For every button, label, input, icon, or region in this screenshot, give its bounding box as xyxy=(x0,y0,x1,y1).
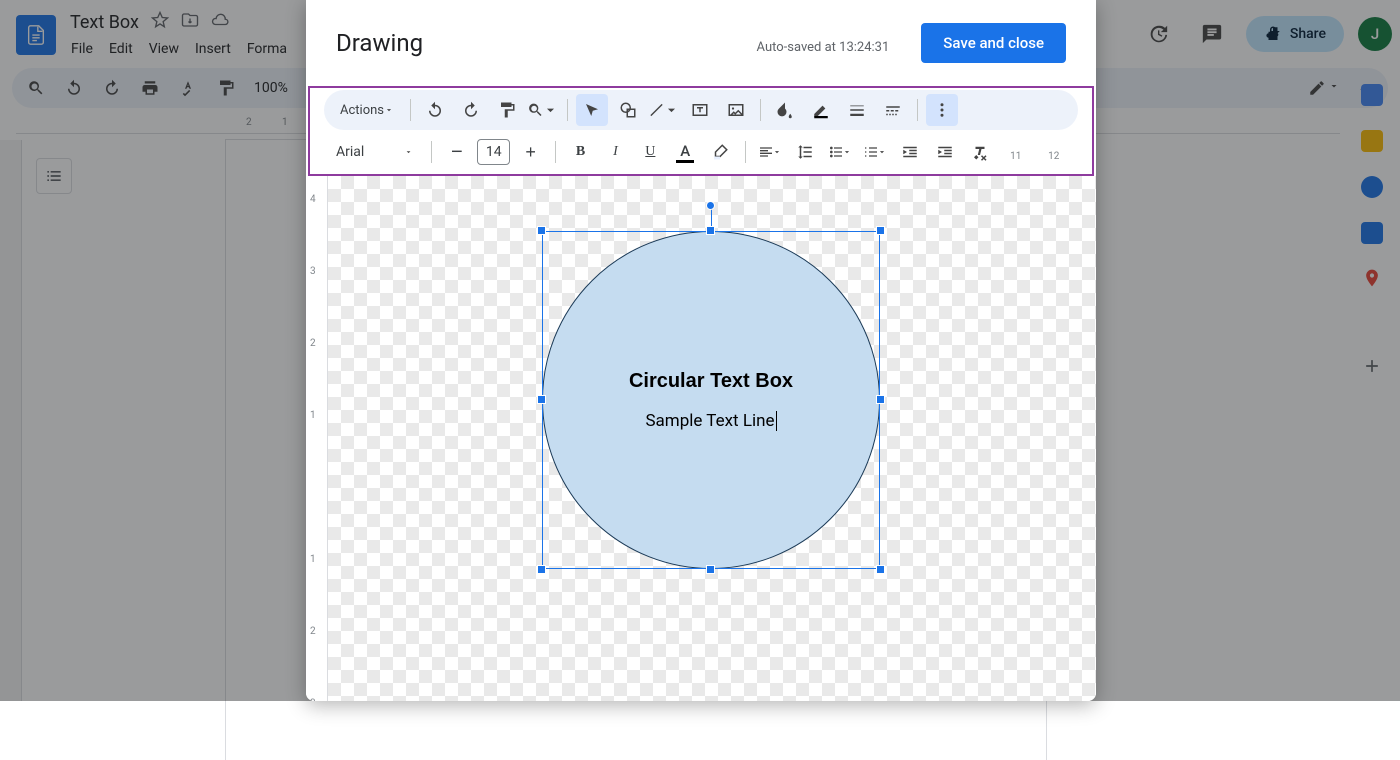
selection-border xyxy=(542,231,880,569)
drawing-toolbar-shape: Actions xyxy=(324,90,1078,130)
more-options-icon[interactable] xyxy=(926,94,958,126)
decrease-indent-icon[interactable] xyxy=(895,137,924,167)
line-spacing-icon[interactable] xyxy=(791,137,820,167)
resize-handle-tr[interactable] xyxy=(876,226,885,235)
resize-handle-b[interactable] xyxy=(706,565,715,574)
resize-handle-tl[interactable] xyxy=(537,226,546,235)
select-tool-icon[interactable] xyxy=(576,94,608,126)
increase-font-size[interactable]: + xyxy=(516,137,545,167)
font-size-input[interactable]: 14 xyxy=(477,139,510,165)
toolbar-highlight: Actions xyxy=(308,86,1094,176)
fill-color-icon[interactable] xyxy=(769,94,801,126)
drawing-vertical-ruler: 4 3 2 1 1 2 3 xyxy=(306,176,328,701)
selected-shape[interactable]: Circular Text Box Sample Text Line xyxy=(542,231,880,569)
border-dash-icon[interactable] xyxy=(877,94,909,126)
increase-indent-icon[interactable] xyxy=(930,137,959,167)
paint-format-icon[interactable] xyxy=(491,94,523,126)
text-color-icon[interactable]: A xyxy=(671,137,700,167)
textbox-tool-icon[interactable] xyxy=(684,94,716,126)
rotation-line xyxy=(711,209,712,227)
bold-icon[interactable]: B xyxy=(566,137,595,167)
underline-icon[interactable]: U xyxy=(636,137,665,167)
clear-formatting-icon[interactable] xyxy=(965,137,994,167)
align-icon[interactable] xyxy=(756,137,785,167)
numbered-list-icon[interactable] xyxy=(860,137,889,167)
border-color-icon[interactable] xyxy=(805,94,837,126)
drawing-canvas[interactable]: Circular Text Box Sample Text Line xyxy=(328,176,1096,701)
rotation-handle[interactable] xyxy=(706,201,715,210)
border-weight-icon[interactable] xyxy=(841,94,873,126)
undo-icon[interactable] xyxy=(419,94,451,126)
image-tool-icon[interactable] xyxy=(720,94,752,126)
decrease-font-size[interactable]: − xyxy=(442,137,471,167)
resize-handle-t[interactable] xyxy=(706,226,715,235)
zoom-icon[interactable] xyxy=(527,94,559,126)
resize-handle-br[interactable] xyxy=(876,565,885,574)
actions-menu[interactable]: Actions xyxy=(332,99,402,122)
shape-tool-icon[interactable] xyxy=(612,94,644,126)
autosave-status: Auto-saved at 13:24:31 xyxy=(757,40,890,55)
resize-handle-bl[interactable] xyxy=(537,565,546,574)
resize-handle-l[interactable] xyxy=(537,395,546,404)
drawing-toolbar-text: Arial − 14 + B I U A 11 12 xyxy=(310,130,1092,174)
italic-icon[interactable]: I xyxy=(601,137,630,167)
resize-handle-r[interactable] xyxy=(876,395,885,404)
highlight-color-icon[interactable] xyxy=(706,137,735,167)
line-tool-icon[interactable] xyxy=(648,94,680,126)
drawing-dialog: Drawing Auto-saved at 13:24:31 Save and … xyxy=(306,0,1096,701)
drawing-title: Drawing xyxy=(336,29,423,57)
text-ruler-segment: 11 12 xyxy=(1004,142,1074,162)
font-family-select[interactable]: Arial xyxy=(328,140,421,164)
bulleted-list-icon[interactable] xyxy=(825,137,854,167)
redo-icon[interactable] xyxy=(455,94,487,126)
save-and-close-button[interactable]: Save and close xyxy=(921,23,1066,63)
